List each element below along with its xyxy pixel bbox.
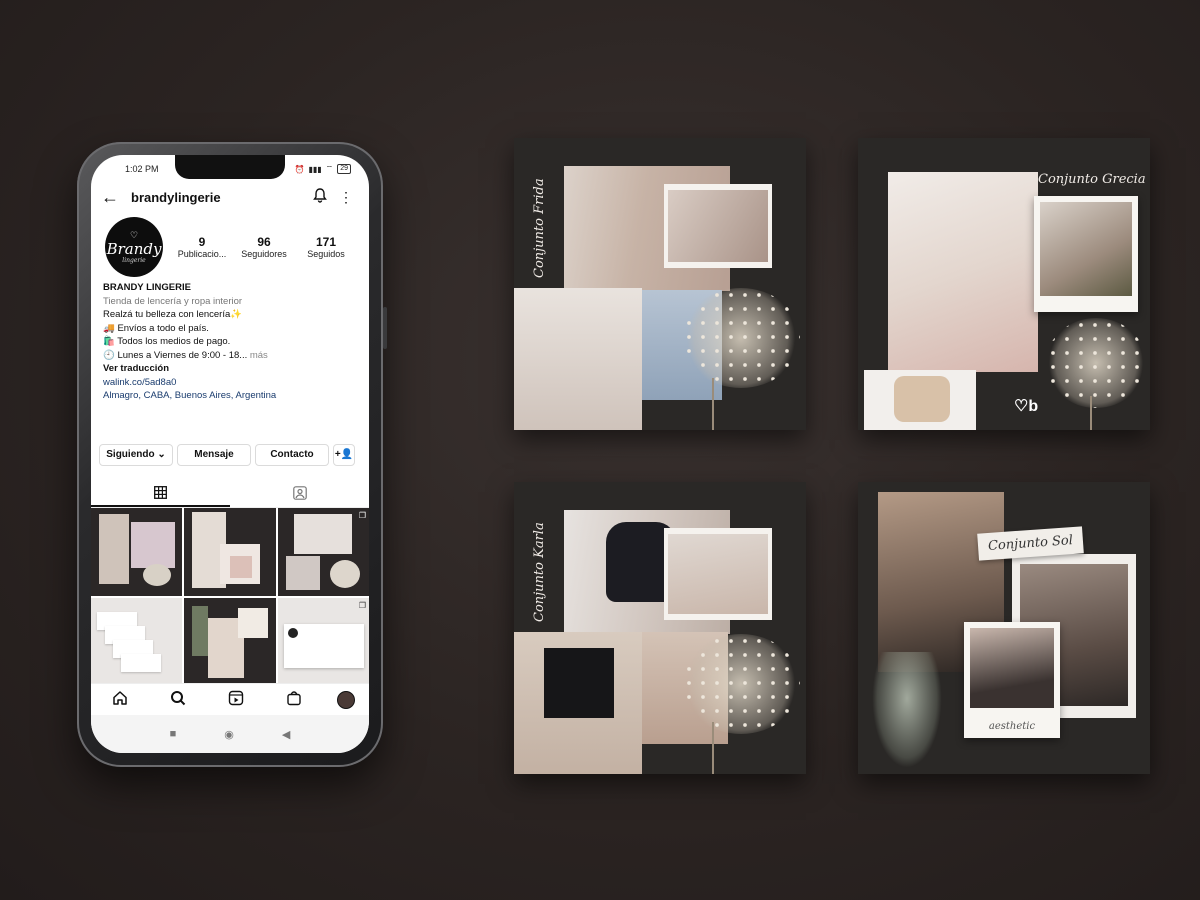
recents-icon[interactable]: ■	[170, 728, 177, 740]
flower-stem	[712, 722, 714, 774]
film-frame	[664, 184, 772, 268]
battery-icon: 29	[337, 164, 351, 174]
grid-post[interactable]	[91, 507, 183, 596]
card-title-frida: Conjunto Frida	[532, 178, 547, 278]
alarm-icon: ⏰	[294, 164, 305, 174]
system-navigation: ■ ◉ ◀	[91, 715, 369, 753]
eucalyptus-branch	[872, 652, 942, 768]
bell-icon[interactable]	[307, 188, 333, 206]
model-photo	[888, 172, 1038, 372]
grid-post[interactable]: ❐	[277, 507, 369, 596]
film-frame	[664, 528, 772, 620]
wifi-icon: ⌔	[325, 164, 334, 173]
bio-more-link[interactable]: más	[250, 350, 268, 361]
grid-icon[interactable]	[91, 480, 230, 507]
model-photo	[514, 288, 642, 430]
stat-followers[interactable]: 96 Seguidores	[233, 235, 295, 259]
bio-name: BRANDY LINGERIE	[103, 282, 191, 293]
dried-flower	[682, 288, 800, 388]
stat-followers-label: Seguidores	[241, 249, 287, 259]
profile-stats: 9 Publicacio... 96 Seguidores 171 Seguid…	[171, 235, 357, 259]
stat-posts[interactable]: 9 Publicacio...	[171, 235, 233, 259]
bio-line-4: 🕘 Lunes a Viernes de 9:00 - 18...	[103, 349, 248, 361]
flower-stem	[1090, 396, 1092, 430]
message-button[interactable]: Mensaje	[177, 443, 251, 466]
brand-logo-icon: ♡b	[1014, 398, 1039, 415]
profile-actions: Siguiendo ⌄ Mensaje Contacto +👤	[91, 443, 369, 466]
contact-button[interactable]: Contacto	[255, 443, 329, 466]
bottom-navigation	[91, 683, 369, 715]
post-card-grecia: ♡b Conjunto Grecia	[858, 138, 1150, 430]
tagged-icon[interactable]	[230, 480, 369, 507]
profile-header: ← brandylingerie ⋮	[91, 183, 369, 211]
more-vertical-icon[interactable]: ⋮	[333, 189, 359, 206]
avatar-logo-text: Brandy	[106, 239, 162, 258]
avatar-logo-sub: lingerie	[122, 256, 146, 264]
see-translation-link[interactable]: Ver traducción	[103, 362, 357, 376]
phone-side-button	[383, 307, 387, 349]
stat-following-label: Seguidos	[307, 249, 345, 259]
status-icons: ⏰ ▮▮▮ ⌔ 29	[294, 164, 351, 174]
reels-icon[interactable]	[221, 690, 251, 710]
signal-icon: ▮▮▮	[308, 164, 322, 174]
stat-posts-label: Publicacio...	[177, 249, 227, 259]
grid-post[interactable]	[91, 597, 183, 686]
bio-line-3: 🛍️ Todos los medios de pago.	[103, 336, 231, 347]
product-item	[894, 376, 950, 422]
home-icon[interactable]	[105, 690, 135, 710]
shop-icon[interactable]	[279, 690, 309, 710]
grid-post[interactable]	[184, 507, 276, 596]
card-title-grecia: Conjunto Grecia	[1038, 172, 1146, 187]
home-button-icon[interactable]: ◉	[224, 728, 234, 741]
arrow-left-icon[interactable]: ←	[101, 187, 131, 208]
bio-location-link[interactable]: Almagro, CABA, Buenos Aires, Argentina	[103, 389, 357, 403]
stat-posts-count: 9	[198, 235, 206, 249]
profile-avatar[interactable]	[337, 690, 355, 709]
flower-stem	[712, 378, 714, 430]
stat-following[interactable]: 171 Seguidos	[295, 235, 357, 259]
post-card-frida: Conjunto Frida	[514, 138, 806, 430]
stat-following-count: 171	[315, 235, 337, 249]
stat-followers-count: 96	[257, 235, 271, 249]
search-icon[interactable]	[163, 690, 193, 710]
heart-logo-icon: ♡	[129, 230, 139, 241]
phone-screen: 1:02 PM ⏰ ▮▮▮ ⌔ 29 ← brandylingerie ⋮ ♡ …	[91, 155, 369, 753]
phone-notch	[175, 155, 285, 179]
profile-username: brandylingerie	[131, 189, 221, 205]
profile-bio: BRANDY LINGERIE Tienda de lencería y rop…	[91, 277, 369, 403]
polaroid-frame	[1034, 196, 1138, 312]
grid-post[interactable]	[184, 597, 276, 686]
grid-post[interactable]: ❐	[277, 597, 369, 686]
add-user-icon[interactable]: +👤	[333, 443, 355, 466]
garment-photo	[544, 648, 614, 718]
dried-flower	[1046, 318, 1146, 408]
following-button[interactable]: Siguiendo ⌄	[99, 443, 173, 466]
bio-line-2: 🚚 Envíos a todo el país.	[103, 322, 209, 334]
bio-website-link[interactable]: walink.co/5ad8a0	[103, 376, 357, 390]
carousel-icon: ❐	[358, 600, 366, 610]
bio-line-4-row: 🕘 Lunes a Viernes de 9:00 - 18... más	[103, 349, 357, 363]
profile-tabs	[91, 480, 369, 508]
status-time: 1:02 PM	[125, 164, 159, 174]
post-grid: ❐ ❐	[91, 507, 369, 686]
carousel-icon: ❐	[358, 510, 366, 520]
avatar[interactable]: ♡ Brandy lingerie	[105, 217, 163, 277]
back-icon[interactable]: ◀	[282, 728, 290, 741]
phone-mockup: 1:02 PM ⏰ ▮▮▮ ⌔ 29 ← brandylingerie ⋮ ♡ …	[77, 142, 387, 767]
post-card-sol: aesthetic Conjunto Sol	[858, 482, 1150, 774]
polaroid-frame: aesthetic	[964, 622, 1060, 738]
bio-category: Tienda de lencería y ropa interior	[103, 295, 243, 307]
polaroid-caption: aesthetic	[988, 721, 1036, 732]
bio-line-1: Realzá tu belleza con lencería✨	[103, 309, 243, 320]
card-title-karla: Conjunto Karla	[532, 522, 547, 622]
dried-flower	[682, 634, 800, 734]
post-card-karla: Conjunto Karla	[514, 482, 806, 774]
profile-summary: ♡ Brandy lingerie 9 Publicacio... 96 Seg…	[91, 211, 369, 277]
